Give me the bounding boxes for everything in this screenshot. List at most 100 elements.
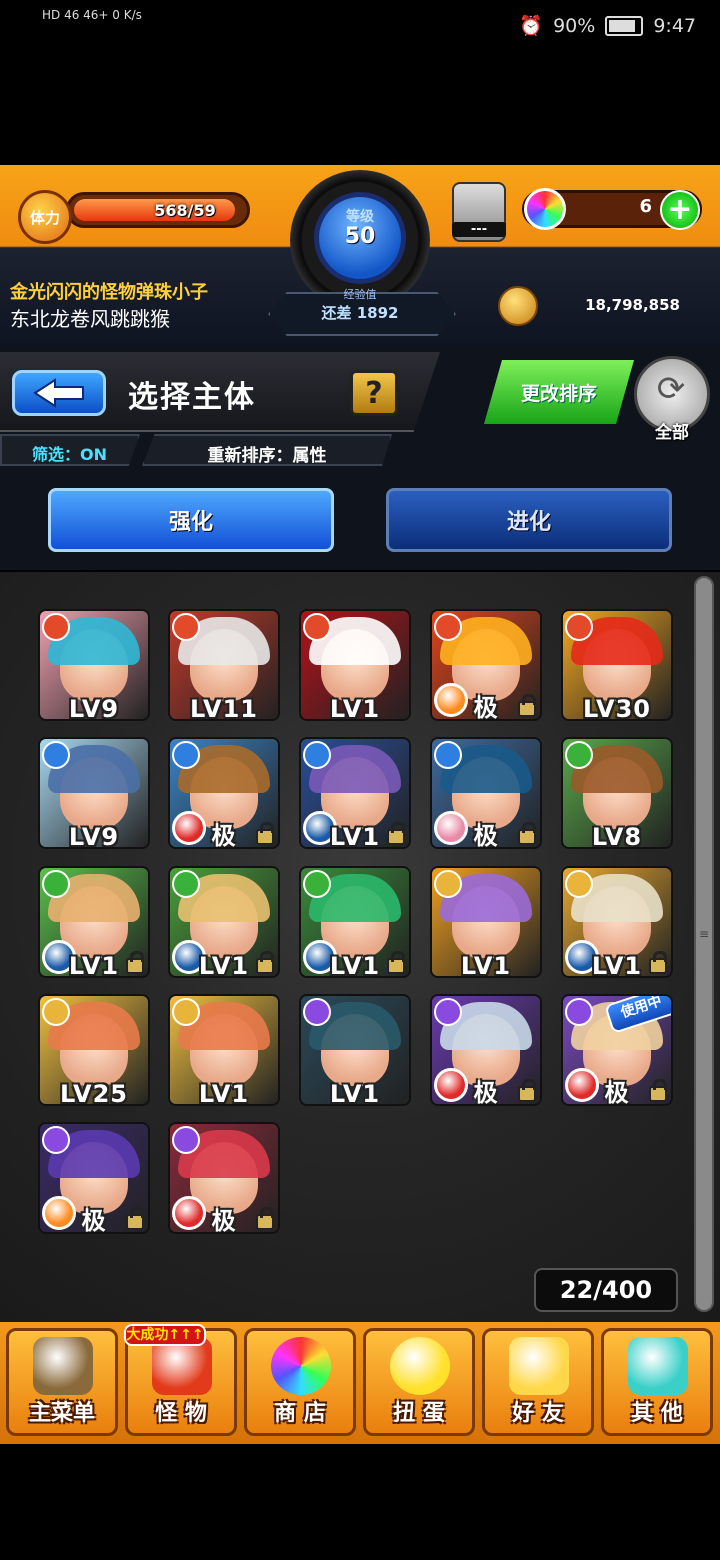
player-name: 东北龙卷风跳跳猴 [10, 307, 170, 331]
filter-toggle[interactable]: 筛选：ON [0, 434, 140, 466]
buy-orb-button[interactable]: + [660, 190, 700, 230]
monster-card[interactable]: LV1 [301, 611, 409, 719]
lock-icon [387, 951, 405, 974]
attribute-icon [172, 1126, 200, 1154]
change-sort-button[interactable]: 更改排序 [484, 360, 634, 424]
monster-level: LV8 [591, 823, 643, 847]
monster-card[interactable]: LV1 [170, 868, 278, 976]
exp-remaining: 还差 1892 [321, 304, 399, 322]
monster-level: LV1 [198, 1080, 250, 1104]
gate-icon [33, 1337, 93, 1395]
lock-icon [126, 1207, 144, 1230]
tab-evolve[interactable]: 进化 [386, 488, 672, 552]
attribute-icon [42, 741, 70, 769]
attribute-icon [565, 741, 593, 769]
monster-card[interactable]: LV30 [563, 611, 671, 719]
nav-gacha[interactable]: 扭 蛋 [363, 1328, 475, 1436]
attribute-icon [434, 998, 462, 1026]
attribute-icon [434, 870, 462, 898]
nav-other[interactable]: 其 他 [601, 1328, 713, 1436]
attribute-icon [172, 613, 200, 641]
monster-level: LV11 [190, 695, 258, 719]
nav-label: 扭 蛋 [393, 1401, 445, 1426]
monster-card[interactable]: 极使用中 [563, 996, 671, 1104]
success-badge: 大成功↑↑↑ [124, 1324, 206, 1346]
lock-icon [518, 822, 536, 845]
lock-icon [518, 1079, 536, 1102]
tab-enhance[interactable]: 强化 [48, 488, 334, 552]
stamina-value: 568/59 [120, 201, 250, 220]
monster-card[interactable]: LV1 [301, 996, 409, 1104]
exp-label: 经验值 [343, 288, 377, 301]
nav-main-menu[interactable]: 主菜单 [6, 1328, 118, 1436]
monster-card[interactable]: LV1 [301, 868, 409, 976]
help-button[interactable]: ? [350, 370, 398, 416]
level-value: 50 [344, 224, 376, 249]
coin-value: 18,798,858 [585, 296, 680, 314]
coin-icon [498, 286, 538, 326]
battery-icon [605, 15, 644, 36]
monster-card[interactable]: 极 [432, 996, 540, 1104]
stamina-icon[interactable]: 体力 [18, 190, 72, 244]
attribute-icon [172, 870, 200, 898]
nav-label: 商 店 [274, 1401, 326, 1426]
monster-card[interactable]: LV9 [40, 611, 148, 719]
page-title: 选择主体 [128, 380, 256, 415]
status-bar: HD 46 46+ 0 K/s ⏰ 90% 9:47 [0, 0, 720, 50]
monster-card[interactable]: LV8 [563, 739, 671, 847]
monster-card[interactable]: 极 [432, 739, 540, 847]
attribute-icon [303, 870, 331, 898]
diamond-icon [628, 1337, 688, 1395]
lock-icon [387, 822, 405, 845]
player-title: 金光闪闪的怪物弹珠小子 [10, 282, 208, 303]
monster-level: LV9 [68, 695, 120, 719]
nav-friends[interactable]: 好 友 [482, 1328, 594, 1436]
attribute-icon [303, 741, 331, 769]
stamina-max: /59 [187, 201, 216, 220]
nav-label: 好 友 [512, 1401, 564, 1426]
sort-indicator[interactable]: 重新排序：属性 [142, 434, 392, 466]
lock-icon [518, 694, 536, 717]
status-right: ⏰ 90% 9:47 [519, 14, 696, 38]
balloon-icon [509, 1337, 569, 1395]
battery-percent: 90% [553, 14, 596, 37]
monster-card[interactable]: LV25 [40, 996, 148, 1104]
nav-label: 主菜单 [28, 1401, 95, 1426]
monster-level: LV25 [60, 1080, 128, 1104]
gacha-timer: --- [452, 222, 506, 237]
monster-card[interactable]: LV9 [40, 739, 148, 847]
lock-icon [649, 1079, 667, 1102]
lock-icon [256, 822, 274, 845]
all-button-label: 全部 [655, 423, 689, 443]
stamina-current: 568 [154, 201, 188, 220]
monster-card[interactable]: 极 [40, 1124, 148, 1232]
box-count: 22/400 [534, 1268, 678, 1312]
monster-card[interactable]: 极 [432, 611, 540, 719]
monster-level: LV9 [68, 823, 120, 847]
monster-level: LV1 [329, 1080, 381, 1104]
monster-card[interactable]: LV1 [301, 739, 409, 847]
attribute-icon [565, 870, 593, 898]
egg-icon [390, 1337, 450, 1395]
orb-count: 6 [639, 196, 652, 217]
attribute-icon [434, 613, 462, 641]
lock-icon [256, 1207, 274, 1230]
refresh-icon: ⟳ [656, 369, 686, 409]
lock-icon [126, 951, 144, 974]
attribute-icon [42, 870, 70, 898]
attribute-icon [42, 998, 70, 1026]
back-arrow-icon [33, 378, 84, 408]
monster-card[interactable]: LV1 [563, 868, 671, 976]
nav-shop[interactable]: 商 店 [244, 1328, 356, 1436]
monster-card[interactable]: 极 [170, 739, 278, 847]
monster-card[interactable]: 极 [170, 1124, 278, 1232]
monster-card[interactable]: LV1 [40, 868, 148, 976]
monster-card[interactable]: LV11 [170, 611, 278, 719]
nav-label: 怪 物 [155, 1401, 207, 1426]
back-button[interactable] [12, 370, 106, 416]
monster-level: LV30 [583, 695, 651, 719]
monster-card[interactable]: LV1 [170, 996, 278, 1104]
monster-card[interactable]: LV1 [432, 868, 540, 976]
nav-label: 其 他 [631, 1401, 683, 1426]
alarm-icon: ⏰ [519, 15, 544, 37]
